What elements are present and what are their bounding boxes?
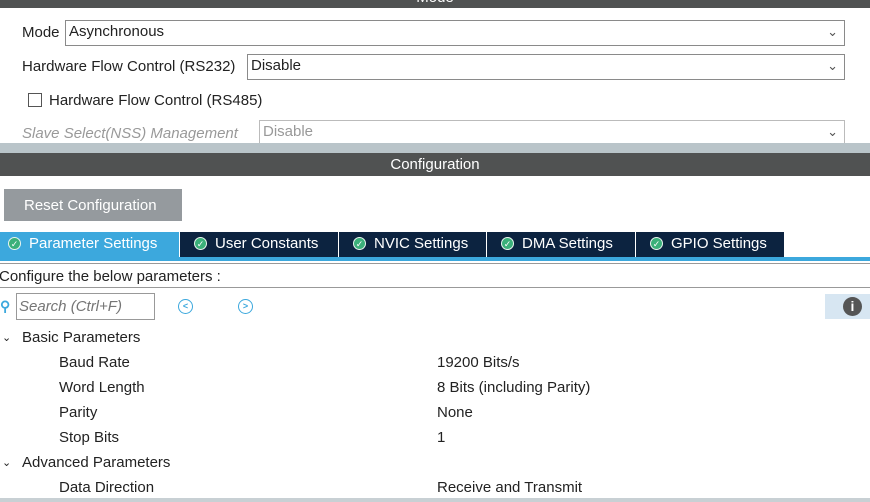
next-icon[interactable]: >	[238, 299, 253, 314]
param-value: 1	[437, 429, 446, 446]
param-name: Word Length	[59, 379, 145, 396]
check-icon: ✓	[650, 237, 663, 250]
chevron-down-icon: ⌄	[827, 124, 838, 139]
table-row[interactable]: Data Direction Receive and Transmit	[0, 475, 870, 500]
tab-label: NVIC Settings	[374, 235, 469, 252]
check-icon: ✓	[353, 237, 366, 250]
param-value: None	[437, 404, 473, 421]
chevron-down-icon: ⌄	[827, 58, 838, 73]
table-row[interactable]: Word Length 8 Bits (including Parity)	[0, 375, 870, 400]
group-label: Advanced Parameters	[22, 454, 171, 471]
check-icon: ✓	[501, 237, 514, 250]
chevron-down-icon: ⌄	[827, 24, 838, 39]
horizontal-scrollbar[interactable]	[0, 498, 870, 502]
info-button[interactable]: i	[825, 294, 870, 319]
tab-nvic-settings[interactable]: ✓ NVIC Settings	[339, 232, 487, 257]
group-label: Basic Parameters	[22, 329, 141, 346]
configuration-header: Configuration	[0, 153, 870, 176]
group-advanced-parameters[interactable]: ⌄ Advanced Parameters	[0, 450, 870, 475]
param-name: Baud Rate	[59, 354, 130, 371]
chevron-down-icon: ⌄	[2, 457, 12, 469]
tab-label: GPIO Settings	[671, 235, 767, 252]
previous-icon[interactable]: <	[178, 299, 193, 314]
tab-label: Parameter Settings	[29, 235, 158, 252]
mode-value: Asynchronous	[69, 23, 165, 40]
table-row[interactable]: Stop Bits 1	[0, 425, 870, 450]
param-name: Parity	[59, 404, 98, 421]
tab-parameter-settings[interactable]: ✓ Parameter Settings	[0, 232, 180, 257]
hw-flow-rs232-value: Disable	[251, 57, 302, 74]
chevron-down-icon: ⌄	[2, 332, 12, 344]
table-row[interactable]: Parity None	[0, 400, 870, 425]
param-name: Data Direction	[59, 479, 155, 496]
param-value: 8 Bits (including Parity)	[437, 379, 591, 396]
nss-value: Disable	[263, 123, 314, 140]
divider	[0, 287, 870, 288]
nss-label: Slave Select(NSS) Management	[22, 125, 238, 142]
param-value: Receive and Transmit	[437, 479, 583, 496]
mode-header: Mode	[0, 0, 870, 8]
tab-dma-settings[interactable]: ✓ DMA Settings	[487, 232, 636, 257]
check-icon: ✓	[8, 237, 21, 250]
hw-flow-rs232-label: Hardware Flow Control (RS232)	[22, 58, 236, 75]
tab-label: DMA Settings	[522, 235, 613, 252]
hw-flow-rs232-select[interactable]: Disable ⌄	[247, 54, 845, 80]
search-icon: ⚲	[0, 298, 11, 314]
splitter[interactable]	[0, 143, 870, 153]
hw-flow-rs485-label: Hardware Flow Control (RS485)	[49, 92, 263, 109]
param-name: Stop Bits	[59, 429, 120, 446]
info-icon: i	[843, 297, 862, 316]
divider	[0, 263, 870, 264]
tab-underline	[0, 257, 870, 261]
instruction-text: Configure the below parameters :	[0, 268, 221, 285]
mode-select[interactable]: Asynchronous ⌄	[65, 20, 845, 46]
hw-flow-rs485-checkbox[interactable]	[28, 93, 42, 107]
param-value: 19200 Bits/s	[437, 354, 520, 371]
search-input[interactable]	[16, 293, 155, 320]
reset-configuration-button[interactable]: Reset Configuration	[4, 189, 182, 221]
group-basic-parameters[interactable]: ⌄ Basic Parameters	[0, 325, 870, 350]
tab-gpio-settings[interactable]: ✓ GPIO Settings	[636, 232, 785, 257]
mode-label: Mode	[22, 24, 60, 41]
check-icon: ✓	[194, 237, 207, 250]
tab-user-constants[interactable]: ✓ User Constants	[180, 232, 339, 257]
table-row[interactable]: Baud Rate 19200 Bits/s	[0, 350, 870, 375]
nss-select: Disable ⌄	[259, 120, 845, 144]
tab-label: User Constants	[215, 235, 319, 252]
